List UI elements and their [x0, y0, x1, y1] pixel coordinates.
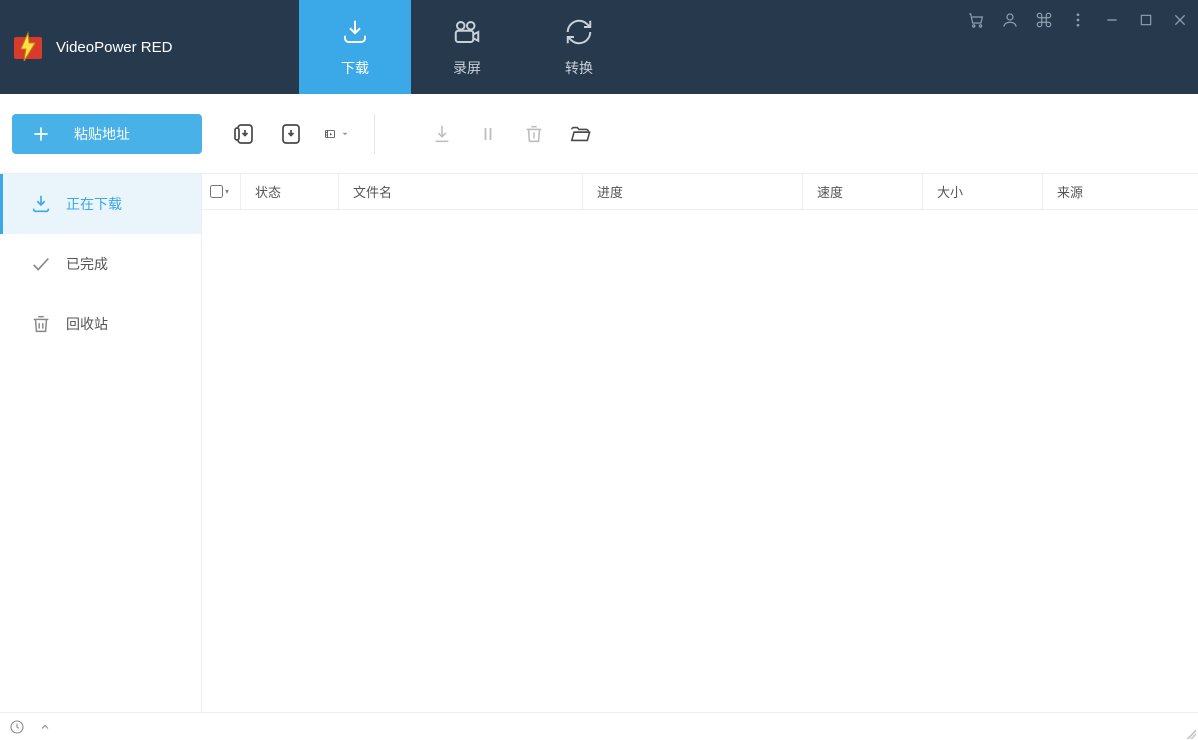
sidebar-item-label: 已完成	[66, 254, 108, 274]
user-icon[interactable]	[1000, 10, 1020, 30]
column-name[interactable]: 文件名	[338, 174, 582, 209]
trash-icon	[30, 313, 52, 335]
tab-download-label: 下载	[341, 58, 369, 78]
plus-icon	[30, 123, 52, 145]
select-all-checkbox[interactable]: ▾	[202, 185, 240, 198]
sidebar-item-label: 正在下载	[66, 194, 122, 214]
pause-icon[interactable]	[475, 121, 501, 147]
start-icon[interactable]	[429, 121, 455, 147]
tool-icons-left	[232, 121, 350, 147]
download-file-icon[interactable]	[278, 121, 304, 147]
sidebar-item-label: 回收站	[66, 314, 108, 334]
sidebar-item-completed[interactable]: 已完成	[0, 234, 201, 294]
chevron-up-icon[interactable]	[36, 718, 54, 736]
more-icon[interactable]	[1068, 10, 1088, 30]
window-controls	[966, 10, 1190, 30]
camcorder-icon	[451, 16, 483, 48]
table-body	[202, 210, 1198, 712]
resize-grip[interactable]	[1184, 727, 1196, 739]
column-source[interactable]: 来源	[1042, 174, 1198, 209]
sidebar-item-downloading[interactable]: 正在下载	[0, 174, 201, 234]
check-icon	[30, 253, 52, 275]
cart-icon[interactable]	[966, 10, 986, 30]
table-header: ▾ 状态 文件名 进度 速度 大小 来源	[202, 174, 1198, 210]
open-folder-icon[interactable]	[567, 121, 593, 147]
paste-url-label: 粘贴地址	[74, 124, 130, 144]
column-size[interactable]: 大小	[922, 174, 1042, 209]
refresh-icon	[563, 16, 595, 48]
app-title: VideoPower RED	[56, 39, 172, 56]
nav-tabs: 下载 录屏 转换	[299, 0, 635, 94]
command-icon[interactable]	[1034, 10, 1054, 30]
toolbar: 粘贴地址	[0, 94, 1198, 174]
column-speed[interactable]: 速度	[802, 174, 922, 209]
content: ▾ 状态 文件名 进度 速度 大小 来源	[202, 174, 1198, 712]
download-tray-icon	[339, 16, 371, 48]
tab-convert-label: 转换	[565, 58, 593, 78]
sidebar-item-trash[interactable]: 回收站	[0, 294, 201, 354]
tab-record-label: 录屏	[453, 58, 481, 78]
app-logo-icon	[12, 31, 44, 63]
brand: VideoPower RED	[0, 0, 299, 94]
video-settings-icon[interactable]	[324, 121, 350, 147]
chevron-down-icon	[340, 129, 350, 139]
tool-icons-right	[429, 121, 593, 147]
tab-record[interactable]: 录屏	[411, 0, 523, 94]
toolbar-separator	[374, 114, 375, 154]
titlebar: VideoPower RED 下载 录屏	[0, 0, 1198, 94]
close-icon[interactable]	[1170, 10, 1190, 30]
clock-icon[interactable]	[8, 718, 26, 736]
sidebar: 正在下载 已完成 回收站	[0, 174, 202, 712]
tab-convert[interactable]: 转换	[523, 0, 635, 94]
delete-icon[interactable]	[521, 121, 547, 147]
chevron-down-icon[interactable]: ▾	[225, 187, 229, 196]
column-status[interactable]: 状态	[240, 174, 338, 209]
tab-download[interactable]: 下载	[299, 0, 411, 94]
statusbar	[0, 712, 1198, 740]
main: 正在下载 已完成 回收站 ▾ 状态 文件名 进度 速度 大小 来源	[0, 174, 1198, 712]
minimize-icon[interactable]	[1102, 10, 1122, 30]
downloading-icon	[30, 193, 52, 215]
column-progress[interactable]: 进度	[582, 174, 802, 209]
checkbox[interactable]	[210, 185, 223, 198]
maximize-icon[interactable]	[1136, 10, 1156, 30]
batch-download-icon[interactable]	[232, 121, 258, 147]
paste-url-button[interactable]: 粘贴地址	[12, 114, 202, 154]
